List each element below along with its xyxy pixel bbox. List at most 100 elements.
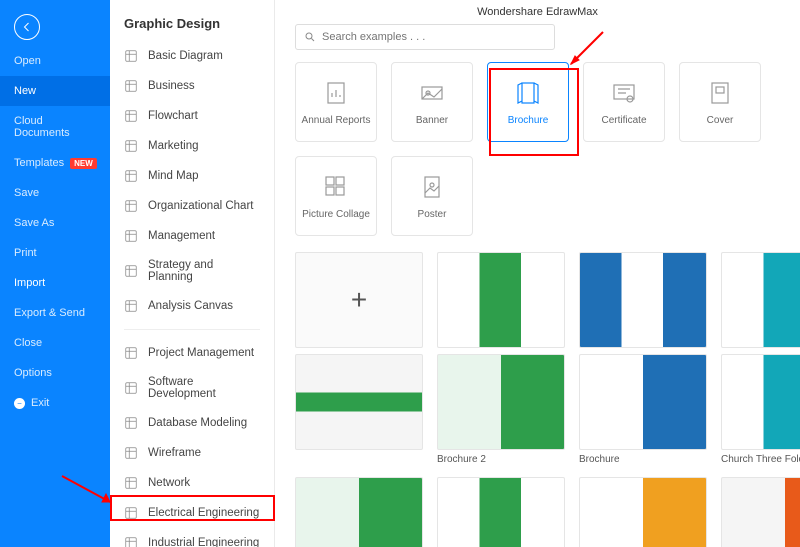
category-label: Software Development [148,376,260,400]
annual-reports-icon [322,79,350,107]
category-label: Network [148,477,190,489]
category-item-organizational-chart[interactable]: Organizational Chart [110,191,274,221]
nav-item-cloud-documents[interactable]: Cloud Documents [0,106,110,148]
template-card[interactable]: Church Three Fold 1 [721,354,800,471]
category-icon [124,109,138,123]
arrow-left-icon [21,21,33,33]
type-label: Brochure [508,115,549,126]
nav-label: Cloud Documents [14,115,96,139]
type-card-cover[interactable]: Cover [679,62,761,142]
nav-label: Save [14,187,39,199]
type-card-certificate[interactable]: Certificate [583,62,665,142]
template-card[interactable]: Brochure 2 [437,354,565,471]
category-item-strategy-and-planning[interactable]: Strategy and Planning [110,251,274,291]
template-card[interactable] [295,354,423,471]
nav-item-save[interactable]: Save [0,178,110,208]
search-input[interactable] [322,31,546,43]
nav-label: New [14,85,36,97]
nav-item-options[interactable]: Options [0,358,110,388]
template-new-blank[interactable]: + [295,252,423,348]
nav-item-save-as[interactable]: Save As [0,208,110,238]
nav-item-import[interactable]: Import [0,268,110,298]
category-item-database-modeling[interactable]: Database Modeling [110,408,274,438]
category-item-wireframe[interactable]: Wireframe [110,438,274,468]
category-label: Business [148,80,195,92]
category-item-management[interactable]: Management [110,221,274,251]
type-label: Picture Collage [302,209,370,220]
category-label: Industrial Engineering [148,537,259,547]
template-card[interactable] [579,477,707,547]
category-item-business[interactable]: Business [110,71,274,101]
nav-label: Export & Send [14,307,85,319]
category-icon [124,79,138,93]
category-item-marketing[interactable]: Marketing [110,131,274,161]
category-label: Basic Diagram [148,50,223,62]
category-label: Mind Map [148,170,199,182]
template-label [295,454,423,460]
nav-label: Open [14,55,41,67]
nav-item-new[interactable]: New [0,76,110,106]
template-card[interactable] [437,477,565,547]
category-label: Flowchart [148,110,198,122]
template-card[interactable] [437,252,565,348]
type-label: Poster [418,209,447,220]
type-label: Certificate [601,115,646,126]
category-icon [124,536,138,547]
template-card[interactable] [295,477,423,547]
type-card-annual-reports[interactable]: Annual Reports [295,62,377,142]
template-card[interactable] [579,252,707,348]
category-label: Management [148,230,215,242]
category-icon [124,381,138,395]
nav-item-close[interactable]: Close [0,328,110,358]
template-label: Brochure 2 [437,454,565,471]
category-item-mind-map[interactable]: Mind Map [110,161,274,191]
search-icon [304,31,316,43]
type-card-picture-collage[interactable]: Picture Collage [295,156,377,236]
category-title: Graphic Design [110,0,274,41]
category-item-network[interactable]: Network [110,468,274,498]
nav-item-exit[interactable]: −Exit [0,388,110,418]
category-icon [124,49,138,63]
category-icon [124,506,138,520]
nav-label: Templates [14,157,64,169]
type-card-poster[interactable]: Poster [391,156,473,236]
category-item-electrical-engineering[interactable]: Electrical Engineering [110,498,274,528]
category-item-industrial-engineering[interactable]: Industrial Engineering [110,528,274,547]
category-icon [124,264,138,278]
nav-label: Print [14,247,37,259]
back-button[interactable] [14,14,40,40]
category-item-basic-diagram[interactable]: Basic Diagram [110,41,274,71]
nav-item-open[interactable]: Open [0,46,110,76]
template-label: Brochure [579,454,707,471]
nav-label: Exit [31,397,49,409]
nav-item-print[interactable]: Print [0,238,110,268]
template-grid: + Brochure 2 Brochure [275,252,800,547]
template-card[interactable] [721,252,800,348]
category-label: Organizational Chart [148,200,253,212]
nav-sidebar: Open New Cloud Documents Templates NEW Save Sa… [0,0,110,547]
nav-item-export-&-send[interactable]: Export & Send [0,298,110,328]
category-label: Database Modeling [148,417,247,429]
type-card-banner[interactable]: Banner [391,62,473,142]
certificate-icon [610,79,638,107]
category-icon [124,416,138,430]
category-label: Wireframe [148,447,201,459]
cover-icon [706,79,734,107]
category-icon [124,299,138,313]
template-card[interactable] [721,477,800,547]
nav-label: Close [14,337,42,349]
new-badge: NEW [70,158,97,169]
search-input-wrap[interactable] [295,24,555,50]
category-item-analysis-canvas[interactable]: Analysis Canvas [110,291,274,321]
type-card-brochure[interactable]: Brochure [487,62,569,142]
category-item-project-management[interactable]: Project Management [110,338,274,368]
nav-label: Options [14,367,52,379]
category-label: Project Management [148,347,254,359]
nav-item-templates[interactable]: Templates NEW [0,148,110,178]
category-icon [124,446,138,460]
category-item-software-development[interactable]: Software Development [110,368,274,408]
type-label: Annual Reports [302,115,371,126]
template-card[interactable]: Brochure [579,354,707,471]
category-item-flowchart[interactable]: Flowchart [110,101,274,131]
category-list: Basic Diagram Business Flowchart Marketing M… [110,41,274,547]
